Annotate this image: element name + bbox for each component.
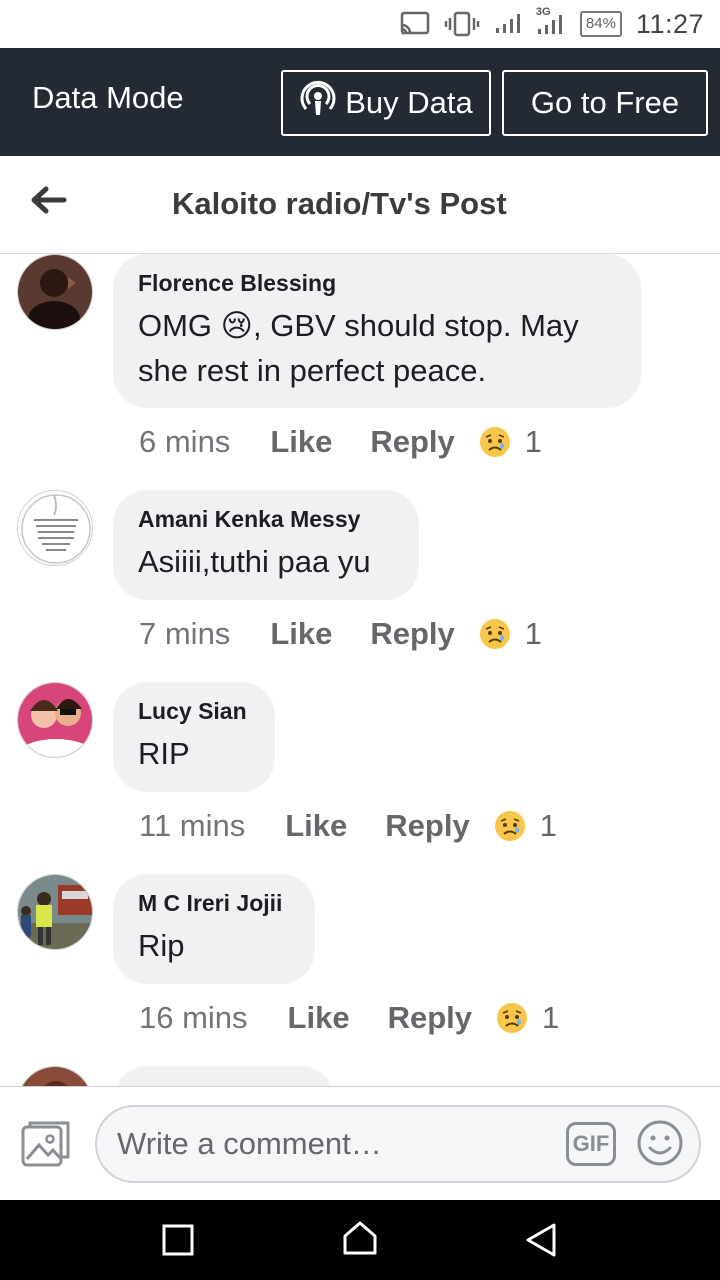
comment-bubble[interactable]: Lucy Sian RIP — [113, 682, 275, 792]
gif-icon[interactable]: GIF — [566, 1122, 616, 1166]
avatar[interactable] — [17, 874, 93, 950]
reaction-count: 1 — [524, 616, 543, 651]
comment-list: Florence Blessing OMG 😢, GBV should stop… — [0, 254, 720, 1086]
page-title: Kaloito radio/Tv's Post — [172, 186, 507, 221]
comment-bubble[interactable]: Amani Kenka Messy Asiiii,tuthi paa yu — [113, 490, 419, 600]
comment-bubble[interactable]: Florence Blessing OMG 😢, GBV should stop… — [113, 254, 641, 408]
comment-author[interactable]: Lucy Sian — [138, 698, 249, 725]
avatar[interactable] — [17, 490, 93, 566]
buy-data-button[interactable]: Buy Data — [281, 70, 491, 136]
comment-author[interactable]: Amani Kenka Messy — [138, 506, 393, 533]
podcast-icon — [299, 80, 337, 126]
comment-actions: 11 mins Like Reply 1 — [139, 808, 557, 844]
photo-icon[interactable] — [20, 1119, 72, 1174]
reply-button[interactable]: Reply — [388, 1000, 472, 1036]
reaction-count: 1 — [542, 1000, 560, 1035]
comment-text: Rip — [138, 928, 185, 963]
data-mode-bar: Data Mode Buy Data Go to Free — [0, 48, 720, 156]
avatar[interactable] — [17, 1066, 93, 1086]
back-button-icon[interactable] — [524, 1222, 558, 1263]
comment-text: RIP — [138, 736, 190, 771]
comment-bubble[interactable]: M C Ireri Jojii Rip — [113, 874, 315, 984]
comment-author[interactable]: Florence Blessing — [138, 270, 615, 297]
recents-button-icon[interactable] — [162, 1224, 194, 1261]
signal-3g-icon: 3G — [536, 6, 566, 36]
reply-button[interactable]: Reply — [370, 616, 454, 652]
cast-icon — [400, 11, 430, 37]
sad-reaction-icon[interactable] — [479, 426, 511, 458]
comment-actions: 6 mins Like Reply 1 — [139, 424, 542, 460]
post-header: Kaloito radio/Tv's Post — [0, 156, 720, 254]
back-arrow-icon[interactable] — [28, 184, 68, 221]
clock: 11:27 — [635, 8, 704, 39]
go-to-free-label: Go to Free — [530, 85, 680, 120]
emoji-icon[interactable] — [636, 1119, 684, 1172]
sad-reaction-icon[interactable] — [479, 618, 511, 650]
comment-text: OMG 😢, GBV should stop. May she rest in … — [138, 308, 579, 388]
system-nav-bar — [0, 1200, 720, 1280]
go-to-free-button[interactable]: Go to Free — [502, 70, 708, 136]
avatar[interactable] — [17, 254, 93, 330]
data-mode-title: Data Mode — [32, 80, 184, 115]
reply-button[interactable]: Reply — [385, 808, 469, 844]
home-button-icon[interactable] — [342, 1220, 378, 1261]
status-bar: 3G 84% 11:27 — [0, 0, 720, 48]
reply-button[interactable]: Reply — [370, 424, 454, 460]
comment-actions: 7 mins Like Reply 1 — [139, 616, 542, 652]
like-button[interactable]: Like — [270, 424, 332, 460]
signal-icon — [494, 13, 522, 35]
battery-indicator: 84% — [579, 11, 622, 37]
comment-actions: 16 mins Like Reply 1 — [139, 1000, 559, 1036]
comment-bubble[interactable] — [113, 1066, 335, 1086]
like-button[interactable]: Like — [288, 1000, 350, 1036]
comment-time: 16 mins — [139, 1000, 248, 1035]
like-button[interactable]: Like — [270, 616, 332, 652]
vibrate-icon — [444, 11, 480, 37]
sad-reaction-icon[interactable] — [494, 810, 526, 842]
reaction-count: 1 — [539, 808, 557, 843]
comment-time: 11 mins — [139, 808, 246, 843]
comment-text: Asiiii,tuthi paa yu — [138, 544, 371, 579]
comment-time: 6 mins — [139, 424, 231, 459]
sad-reaction-icon[interactable] — [496, 1002, 528, 1034]
buy-data-label: Buy Data — [345, 85, 473, 120]
like-button[interactable]: Like — [285, 808, 347, 844]
comment-time: 7 mins — [139, 616, 231, 651]
comment-author[interactable]: M C Ireri Jojii — [138, 890, 289, 917]
avatar[interactable] — [17, 682, 93, 758]
reaction-count: 1 — [524, 424, 543, 459]
